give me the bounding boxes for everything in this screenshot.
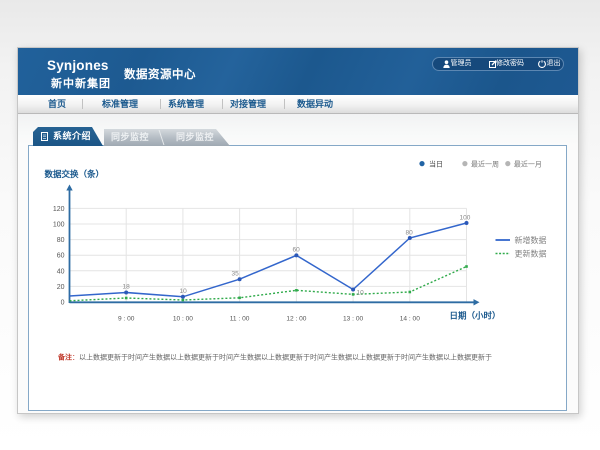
svg-text:日期（小时）: 日期（小时） bbox=[450, 311, 501, 321]
svg-text:18: 18 bbox=[123, 284, 131, 291]
svg-text:100: 100 bbox=[53, 222, 65, 229]
svg-text:新增数据: 新增数据 bbox=[515, 235, 547, 245]
svg-text:0: 0 bbox=[61, 300, 65, 307]
svg-text:12 : 00: 12 : 00 bbox=[286, 316, 306, 323]
svg-text:最近一月: 最近一月 bbox=[514, 160, 542, 169]
svg-text:最近一周: 最近一周 bbox=[471, 160, 499, 169]
svg-text:当日: 当日 bbox=[429, 160, 443, 169]
svg-text:10 : 00: 10 : 00 bbox=[173, 316, 193, 323]
svg-text:备注：以上数据更新于时间产生数据以上数据更新于时间产生数据以: 备注：以上数据更新于时间产生数据以上数据更新于时间产生数据以上数据更新于时间产生… bbox=[57, 353, 492, 362]
svg-text:数据交换（条）: 数据交换（条） bbox=[45, 169, 105, 179]
svg-text:120: 120 bbox=[53, 206, 65, 213]
svg-text:13 : 00: 13 : 00 bbox=[343, 316, 363, 323]
svg-text:60: 60 bbox=[57, 253, 65, 260]
svg-text:更新数据: 更新数据 bbox=[515, 249, 547, 259]
svg-text:80: 80 bbox=[406, 230, 414, 237]
svg-text:80: 80 bbox=[57, 237, 65, 244]
svg-text:10: 10 bbox=[357, 290, 365, 297]
svg-text:9 : 00: 9 : 00 bbox=[118, 316, 135, 323]
svg-text:40: 40 bbox=[57, 268, 65, 275]
svg-text:11 : 00: 11 : 00 bbox=[230, 316, 250, 323]
svg-text:60: 60 bbox=[293, 247, 301, 254]
svg-text:100: 100 bbox=[460, 215, 471, 222]
svg-text:35: 35 bbox=[232, 271, 240, 278]
svg-text:14 : 00: 14 : 00 bbox=[400, 316, 420, 323]
svg-text:20: 20 bbox=[57, 284, 65, 291]
svg-text:10: 10 bbox=[180, 288, 188, 295]
